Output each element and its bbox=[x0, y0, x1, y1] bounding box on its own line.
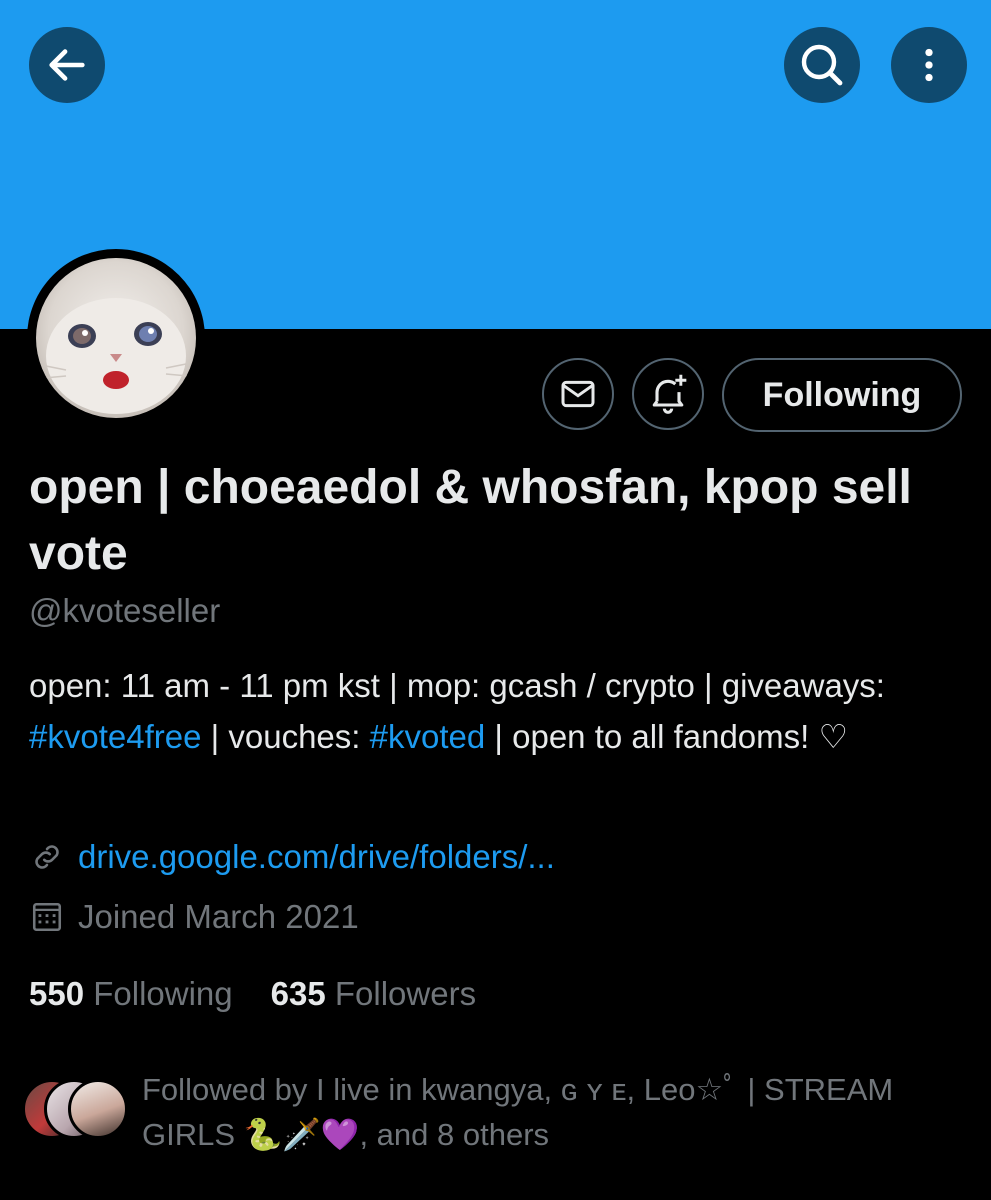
back-button[interactable] bbox=[29, 27, 105, 103]
bio-text: | open to all fandoms! ♡ bbox=[485, 718, 849, 755]
follow-stats: 550 Following 635 Followers bbox=[29, 975, 476, 1013]
avatar[interactable] bbox=[27, 249, 205, 427]
bio: open: 11 am - 11 pm kst | mop: gcash / c… bbox=[29, 660, 969, 762]
username-handle: @kvoteseller bbox=[29, 592, 221, 629]
bio-text: open: 11 am - 11 pm kst | mop: gcash / c… bbox=[29, 667, 885, 704]
following-stat[interactable]: 550 Following bbox=[29, 975, 233, 1013]
search-button[interactable] bbox=[784, 27, 860, 103]
profile-website-link[interactable]: drive.google.com/drive/folders/... bbox=[78, 838, 555, 876]
more-options-button[interactable] bbox=[891, 27, 967, 103]
avatar-image bbox=[36, 258, 196, 418]
followers-stat[interactable]: 635 Followers bbox=[271, 975, 476, 1013]
followers-count: 635 bbox=[270, 975, 326, 1012]
follower-avatar bbox=[68, 1079, 128, 1139]
following-label: Following bbox=[93, 975, 233, 1012]
following-count: 550 bbox=[29, 975, 85, 1012]
notifications-button[interactable] bbox=[632, 358, 704, 430]
followers-label: Followers bbox=[334, 975, 477, 1012]
link-icon bbox=[29, 839, 65, 875]
calendar-icon bbox=[29, 899, 65, 935]
joined-date-row: Joined March 2021 bbox=[29, 898, 359, 936]
envelope-icon bbox=[561, 380, 595, 408]
message-button[interactable] bbox=[542, 358, 614, 430]
arrow-left-icon bbox=[49, 49, 85, 81]
hashtag-link[interactable]: #kvoted bbox=[370, 718, 486, 755]
bell-plus-icon bbox=[652, 374, 687, 414]
profile-link-row: drive.google.com/drive/folders/... bbox=[29, 838, 555, 876]
search-icon bbox=[801, 44, 843, 86]
joined-date: Joined March 2021 bbox=[78, 898, 359, 935]
more-vertical-icon bbox=[925, 48, 933, 82]
followed-by-avatars[interactable] bbox=[22, 1079, 132, 1139]
bio-text: | vouches: bbox=[201, 718, 370, 755]
display-name: open | choeaedol & whosfan, kpop sell vo… bbox=[29, 461, 912, 580]
followed-by-text[interactable]: Followed by I live in kwangya, ɢ ʏ ᴇ, Le… bbox=[142, 1067, 962, 1157]
hashtag-link[interactable]: #kvote4free bbox=[29, 718, 201, 755]
following-button[interactable]: Following bbox=[722, 358, 962, 432]
